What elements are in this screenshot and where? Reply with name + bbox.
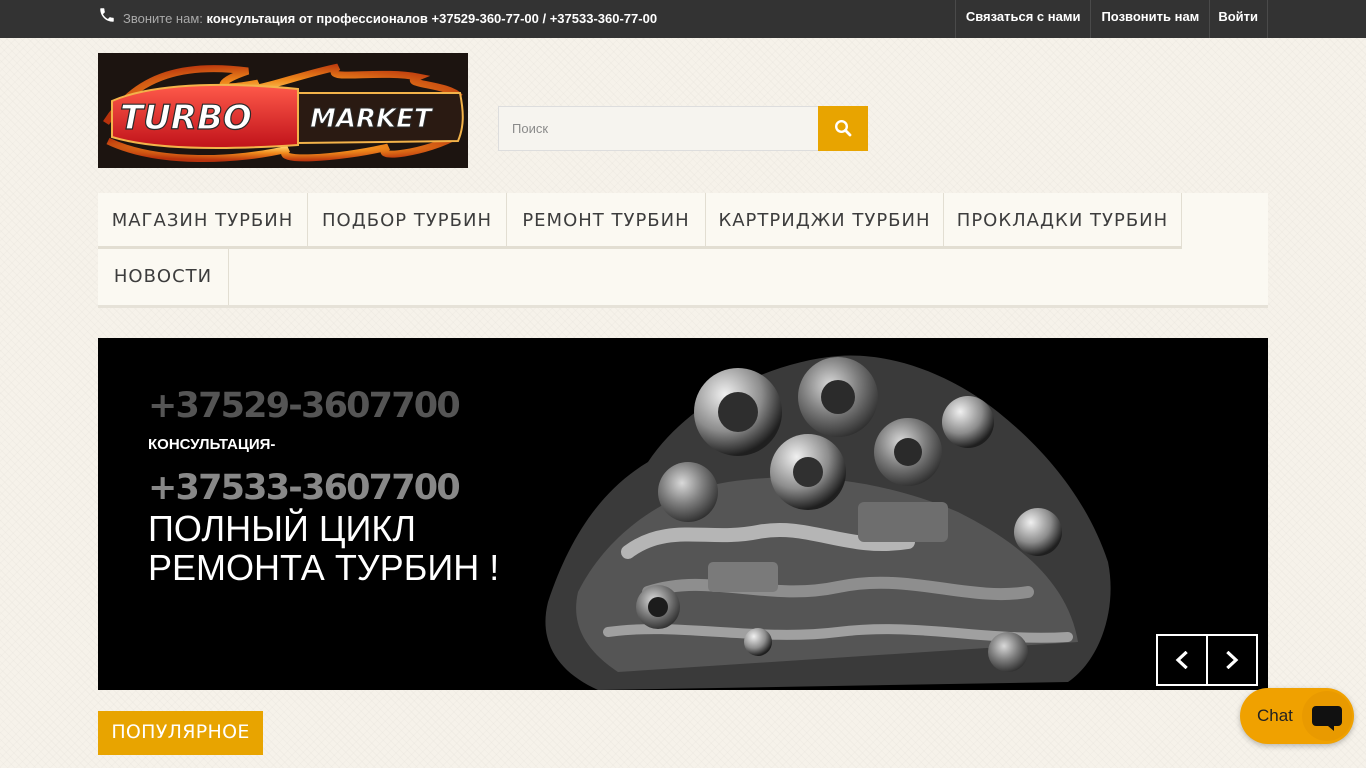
slider-consult-label: КОНСУЛЬТАЦИЯ- [148, 436, 276, 453]
slider-headline-2: РЕМОНТА ТУРБИН ! [148, 547, 500, 588]
slider-phone-2: +37533-3607700 [148, 468, 461, 508]
menu-item-turbo-gaskets[interactable]: ПРОКЛАДКИ ТУРБИН [944, 193, 1182, 249]
engine-image [545, 355, 1111, 690]
slider-phone-1: +37529-3607700 [148, 386, 461, 426]
logo-text-market: MARKET [310, 104, 434, 134]
phone-icon [100, 8, 114, 22]
chat-icon-wrapper [1302, 691, 1352, 741]
search-input[interactable] [498, 106, 819, 151]
slider-next-button[interactable] [1206, 634, 1258, 686]
popular-section-tab[interactable]: ПОПУЛЯРНОЕ [98, 711, 263, 755]
call-label: Звоните нам: [123, 11, 203, 26]
call-us-link[interactable]: Позвонить нам [1090, 0, 1209, 38]
chat-label: Chat [1257, 706, 1293, 725]
chevron-right-icon [1226, 651, 1239, 669]
menu-item-turbo-repair[interactable]: РЕМОНТ ТУРБИН [507, 193, 706, 249]
slider-headline-1: ПОЛНЫЙ ЦИКЛ [148, 508, 416, 549]
login-link[interactable]: Войти [1209, 0, 1268, 38]
chevron-left-icon [1175, 651, 1188, 669]
logo-text-turbo: TURBO [120, 98, 252, 138]
logo-graphic: TURBO MARKET [98, 53, 468, 168]
hero-slider: +37529-3607700 КОНСУЛЬТАЦИЯ- +37533-3607… [98, 338, 1268, 690]
menu-item-turbo-shop[interactable]: МАГАЗИН ТУРБИН [98, 193, 308, 249]
menu-item-turbo-cartridges[interactable]: КАРТРИДЖИ ТУРБИН [706, 193, 944, 249]
top-links: Связаться с нами Позвонить нам Войти [954, 0, 1268, 38]
slider-prev-button[interactable] [1156, 634, 1208, 686]
menu-item-turbo-selection[interactable]: ПОДБОР ТУРБИН [308, 193, 507, 249]
chat-bubble-icon [1312, 706, 1342, 731]
menu-item-news[interactable]: НОВОСТИ [98, 249, 229, 305]
top-bar: Звоните нам: консультация от профессиона… [0, 0, 1366, 38]
site-logo[interactable]: TURBO MARKET [98, 53, 468, 168]
call-info: Звоните нам: консультация от профессиона… [123, 11, 657, 26]
chat-widget-button[interactable]: Chat [1240, 688, 1354, 744]
search-button[interactable] [818, 106, 868, 151]
contact-us-link[interactable]: Связаться с нами [954, 0, 1091, 38]
call-value: консультация от профессионалов +37529-36… [206, 11, 658, 26]
search-icon [834, 119, 852, 137]
main-menu: МАГАЗИН ТУРБИН ПОДБОР ТУРБИН РЕМОНТ ТУРБ… [98, 193, 1268, 308]
